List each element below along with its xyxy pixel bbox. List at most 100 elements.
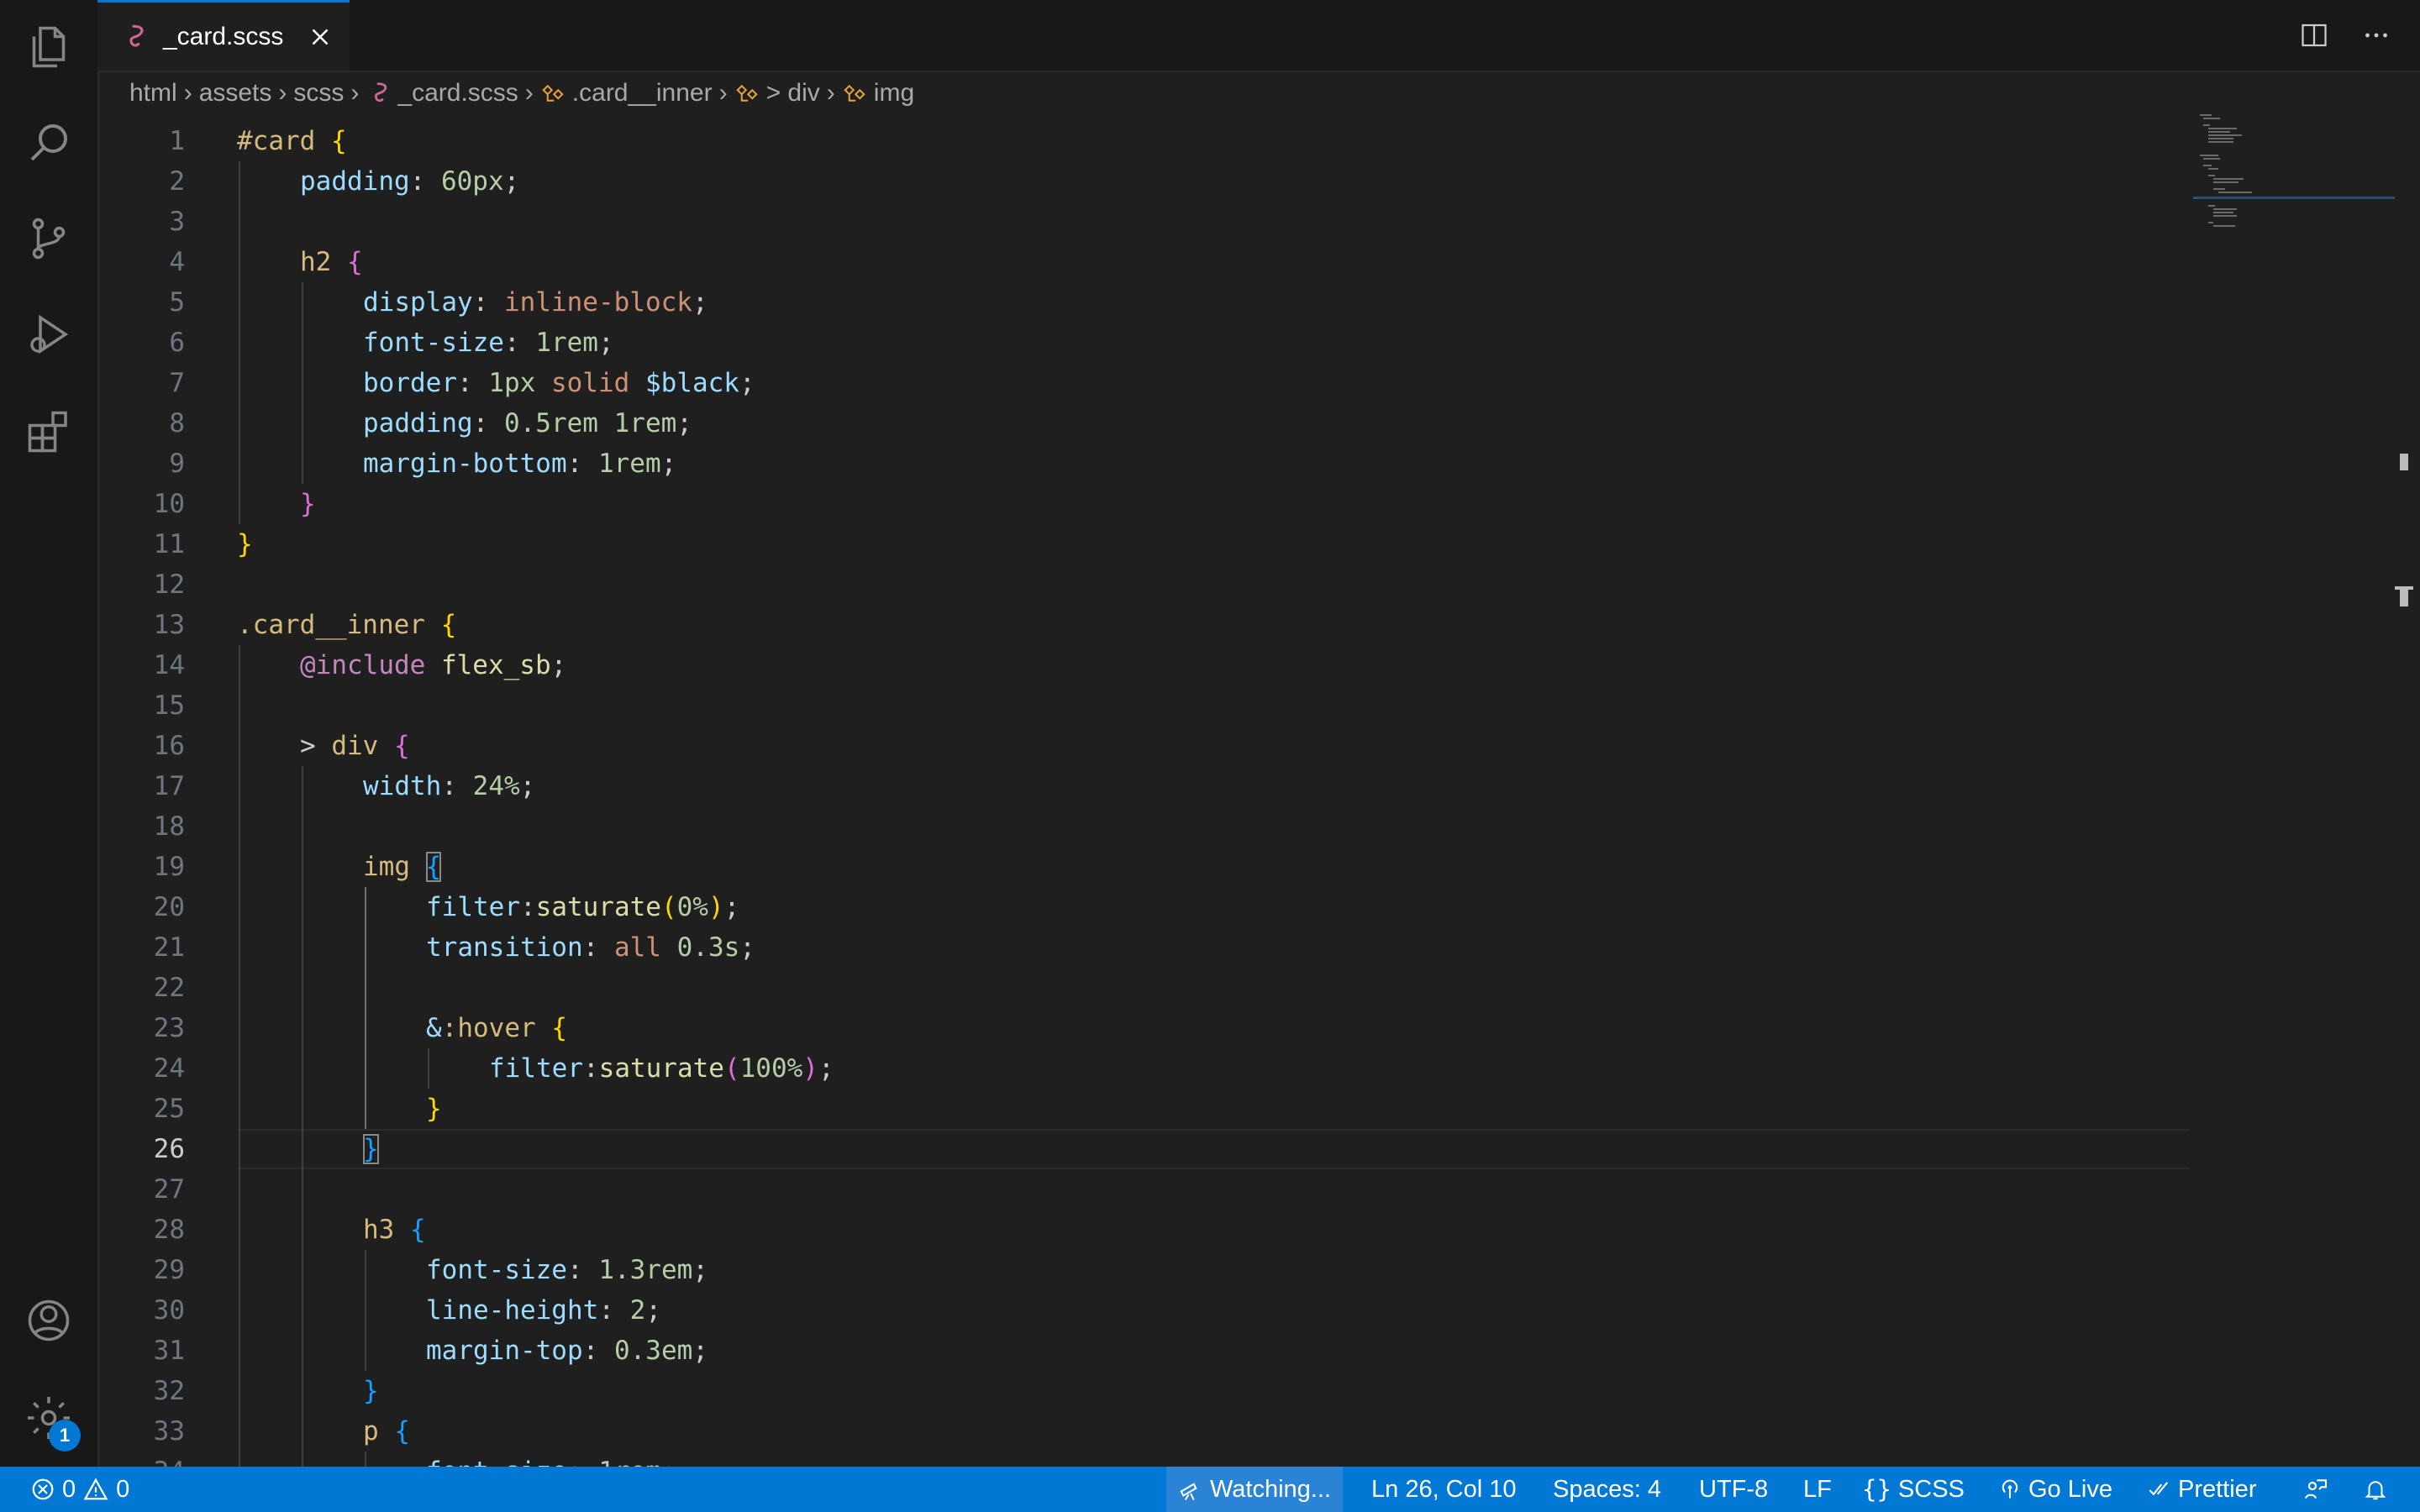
code-line[interactable]: 31 margin-top: 0.3em; xyxy=(97,1331,2190,1371)
go-live-button[interactable]: Go Live xyxy=(1998,1467,2112,1512)
code-token: saturate xyxy=(535,892,661,922)
source-control-icon[interactable] xyxy=(22,212,76,265)
code-token: : xyxy=(567,1457,598,1467)
code-line[interactable]: 16 > div { xyxy=(97,726,2190,766)
code-line[interactable]: 20 filter:saturate(0%); xyxy=(97,887,2190,927)
code-token: ; xyxy=(676,408,692,438)
indent-guide xyxy=(239,1169,240,1210)
code-line[interactable]: 34 font-size: 1rem; xyxy=(97,1452,2190,1467)
code-text: font-size: 1rem; xyxy=(426,1452,677,1467)
encoding[interactable]: UTF-8 xyxy=(1699,1467,1768,1512)
run-debug-icon[interactable] xyxy=(22,307,76,361)
code-line[interactable]: 7 border: 1px solid $black; xyxy=(97,363,2190,403)
extensions-icon[interactable] xyxy=(22,405,76,459)
code-line[interactable]: 2 padding: 60px; xyxy=(97,161,2190,202)
breadcrumb-item[interactable]: assets xyxy=(199,79,272,108)
watching-label: Watching... xyxy=(1210,1475,1331,1503)
explorer-icon[interactable] xyxy=(22,20,76,74)
code-line[interactable]: 1 #card { xyxy=(97,121,2190,161)
code-line[interactable]: 5 display: inline-block; xyxy=(97,282,2190,323)
code-line[interactable]: 32} xyxy=(97,1371,2190,1411)
split-editor-icon[interactable] xyxy=(2296,17,2333,54)
more-actions-icon[interactable] xyxy=(2358,17,2395,54)
code-line[interactable]: 26} xyxy=(97,1129,2190,1169)
code-line[interactable]: 19 img { xyxy=(97,847,2190,887)
search-icon[interactable] xyxy=(22,116,76,170)
code-token: .card__inner xyxy=(237,610,425,640)
code-line[interactable]: 29 font-size: 1.3rem; xyxy=(97,1250,2190,1290)
code-line[interactable]: 6 font-size: 1rem; xyxy=(97,323,2190,363)
feedback-icon[interactable] xyxy=(2302,1467,2329,1512)
code-line[interactable]: 24 filter:saturate(100%); xyxy=(97,1048,2190,1089)
indentation[interactable]: Spaces: 4 xyxy=(1553,1467,1661,1512)
code-token: padding xyxy=(363,408,473,438)
problems-indicator[interactable]: 0 0 xyxy=(30,1467,129,1512)
indent-guide xyxy=(428,1048,429,1089)
code-text: border: 1px solid $black; xyxy=(363,363,755,403)
code-line[interactable]: 13 .card__inner { xyxy=(97,605,2190,645)
cursor-position[interactable]: Ln 26, Col 10 xyxy=(1371,1467,1517,1512)
status-bar: 0 0 Watching... Ln 26, Col 10 Spaces: 4 … xyxy=(0,1467,2420,1512)
code-token: 24% xyxy=(472,771,520,801)
code-line[interactable]: 21 transition: all 0.3s; xyxy=(97,927,2190,968)
notifications-bell-icon[interactable] xyxy=(2363,1467,2388,1512)
code-line[interactable]: 9 margin-bottom: 1rem; xyxy=(97,444,2190,484)
indent-guide xyxy=(239,403,240,444)
symbol-class-icon xyxy=(844,84,865,102)
code-text: padding: 0.5rem 1rem; xyxy=(363,403,692,444)
code-text: } xyxy=(237,524,253,564)
code-token: :hover xyxy=(441,1013,536,1043)
prettier-status[interactable]: Prettier xyxy=(2148,1467,2256,1512)
breadcrumb-item[interactable]: html xyxy=(129,79,177,108)
code-line[interactable]: 3 xyxy=(97,202,2190,242)
code-token: : xyxy=(566,449,598,479)
breadcrumb-item[interactable]: img xyxy=(842,79,914,108)
code-line[interactable]: 30 line-height: 2; xyxy=(97,1290,2190,1331)
code-line[interactable]: 28 h3 { xyxy=(97,1210,2190,1250)
sass-file-icon xyxy=(375,82,387,102)
code-line[interactable]: 8 padding: 0.5rem 1rem; xyxy=(97,403,2190,444)
close-icon[interactable] xyxy=(306,23,334,51)
braces-icon: {} xyxy=(1862,1475,1891,1504)
code-line[interactable]: 23 &:hover { xyxy=(97,1008,2190,1048)
breadcrumb-item[interactable]: _card.scss xyxy=(366,79,518,108)
code-token: 1rem xyxy=(598,1457,661,1467)
code-editor[interactable]: 1 #card {2 padding: 60px; 3 4 h2 {5 display: i… xyxy=(97,114,2190,1467)
breadcrumb: html › assets › scss › _card.scss › .car… xyxy=(129,72,914,114)
sass-watch-status[interactable]: Watching... xyxy=(1166,1467,1343,1512)
accounts-icon[interactable] xyxy=(22,1294,76,1347)
scrollbar-thumb[interactable] xyxy=(2400,588,2408,606)
code-line[interactable]: 11} xyxy=(97,524,2190,564)
indent-guide xyxy=(302,887,303,927)
breadcrumb-label: > div xyxy=(765,79,820,107)
breadcrumb-item[interactable]: > div xyxy=(734,79,820,108)
editor-tab[interactable]: _card.scss xyxy=(97,0,350,71)
line-number: 5 xyxy=(169,287,185,318)
code-line[interactable]: 33 p { xyxy=(97,1411,2190,1452)
end-of-line[interactable]: LF xyxy=(1803,1467,1832,1512)
code-line[interactable]: 10} xyxy=(97,484,2190,524)
breadcrumb-item[interactable]: .card__inner xyxy=(540,79,713,108)
code-line[interactable]: 25} xyxy=(97,1089,2190,1129)
code-line[interactable]: 4 h2 { xyxy=(97,242,2190,282)
code-line[interactable]: 12 xyxy=(97,564,2190,605)
code-text: filter:saturate(100%); xyxy=(489,1048,834,1089)
code-line[interactable]: 18 xyxy=(97,806,2190,847)
code-line[interactable]: 17 width: 24%; xyxy=(97,766,2190,806)
code-line[interactable]: 22 xyxy=(97,968,2190,1008)
breadcrumb-label: assets xyxy=(198,79,272,107)
code-token: ; xyxy=(692,287,708,318)
code-token: ; xyxy=(645,1295,661,1326)
code-line[interactable]: 27 xyxy=(97,1169,2190,1210)
code-token: : xyxy=(519,892,536,922)
code-line[interactable]: 15 xyxy=(97,685,2190,726)
indent-guide xyxy=(239,1089,240,1129)
breadcrumb-item[interactable]: scss xyxy=(293,79,344,108)
code-text: } xyxy=(300,484,316,524)
language-mode[interactable]: {} SCSS xyxy=(1862,1467,1965,1512)
code-text: } xyxy=(426,1089,442,1129)
minimap[interactable] xyxy=(2193,114,2395,282)
code-line[interactable]: 14 @include flex_sb; xyxy=(97,645,2190,685)
